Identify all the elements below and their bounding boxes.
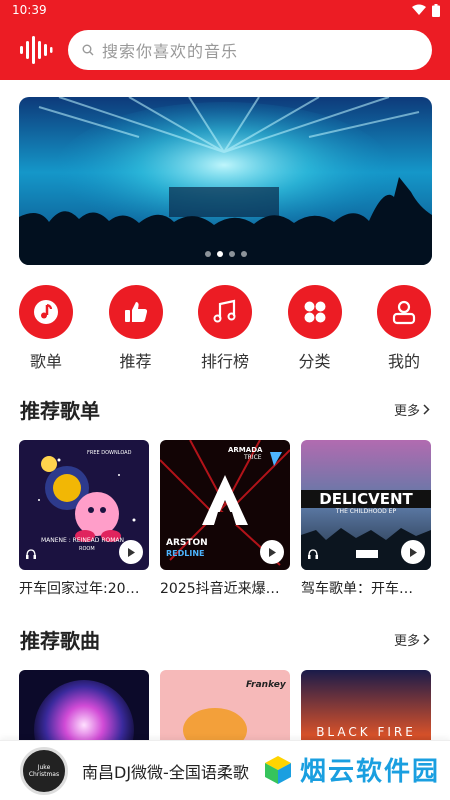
nav-label: 我的 — [387, 352, 420, 371]
songs-section-header: 推荐歌曲 更多 — [20, 625, 430, 654]
status-bar: 10:39 — [0, 0, 450, 20]
playlist-card[interactable]: ARMADA TRICE ARSTON REDLINE 2025抖音近来爆… — [160, 440, 290, 598]
thumbs-up-icon — [124, 302, 147, 322]
play-button[interactable] — [260, 540, 284, 564]
chevron-right-icon — [423, 634, 430, 645]
playlist-cards: FREE DOWNLOAD MANENE : REINEAD ROMAN ROO… — [19, 440, 431, 598]
now-playing-title: 南昌DJ微微-全国语柔歌 — [82, 762, 249, 782]
battery-icon — [432, 3, 440, 17]
wifi-icon — [412, 4, 426, 15]
user-icon — [392, 300, 416, 325]
section-title: 推荐歌单 — [20, 399, 100, 423]
more-playlists-link[interactable]: 更多 — [394, 400, 430, 419]
cover-subtext: THE CHILDHOOD EP — [335, 508, 397, 515]
headphone-icon — [26, 549, 36, 559]
music-notes-icon — [213, 299, 236, 323]
play-button[interactable] — [401, 540, 425, 564]
nav-label: 排行榜 — [200, 352, 249, 371]
nav-charts[interactable]: 排行榜 — [197, 285, 253, 372]
search-icon — [82, 44, 94, 56]
playlist-title: 驾车歌单：开车… — [301, 581, 413, 597]
quick-nav: 歌单 推荐 排行榜 分类 我的 — [0, 285, 450, 372]
carousel-dots — [204, 251, 247, 257]
search-input[interactable]: 搜索你喜欢的音乐 — [68, 30, 432, 70]
more-label: 更多 — [393, 634, 420, 649]
chevron-right-icon — [423, 404, 430, 415]
carousel-dot[interactable] — [240, 251, 247, 257]
play-icon — [410, 547, 417, 557]
carousel-dot[interactable] — [204, 251, 211, 257]
playlist-title: 开车回家过年:20… — [19, 581, 140, 597]
cover-text: Frankey — [246, 680, 286, 690]
carousel-dot-active[interactable] — [216, 251, 223, 257]
status-time: 10:39 — [12, 3, 47, 17]
carousel-dot[interactable] — [228, 251, 235, 257]
nav-label: 歌单 — [29, 352, 62, 371]
nav-categories[interactable]: 分类 — [287, 285, 343, 372]
cover-subtext: REDLINE — [166, 549, 205, 558]
search-placeholder: 搜索你喜欢的音乐 — [102, 42, 239, 61]
more-songs-link[interactable]: 更多 — [394, 630, 430, 649]
cover-subtext: ROOM — [79, 546, 95, 552]
mini-player[interactable]: Juke Christmas 南昌DJ微微-全国语柔歌 烟云软件园 — [0, 740, 450, 800]
watermark: 烟云软件园 — [262, 751, 440, 788]
more-label: 更多 — [393, 404, 420, 419]
cover-brand: ARMADA — [228, 446, 263, 454]
section-title: 推荐歌曲 — [20, 629, 100, 653]
nav-label: 分类 — [298, 352, 331, 371]
app-header: 10:39 搜索你喜欢的音乐 — [0, 0, 450, 80]
play-button[interactable] — [119, 540, 143, 564]
watermark-text: 烟云软件园 — [299, 757, 440, 787]
nav-recommend[interactable]: 推荐 — [108, 285, 164, 372]
play-icon — [269, 547, 276, 557]
playlist-cover: FREE DOWNLOAD MANENE : REINEAD ROMAN ROO… — [19, 440, 149, 570]
cover-text: DELICVENT — [301, 490, 431, 508]
nav-label: 推荐 — [119, 352, 152, 371]
cube-logo-icon — [264, 755, 291, 784]
nav-playlists[interactable]: 歌单 — [18, 285, 74, 372]
concert-banner-image — [19, 97, 432, 265]
svg-text:FREE DOWNLOAD: FREE DOWNLOAD — [87, 450, 132, 456]
cover-text: BLACK FIRE — [316, 725, 416, 739]
nav-mine[interactable]: 我的 — [376, 285, 432, 372]
headphone-icon — [308, 549, 318, 559]
banner-carousel[interactable] — [19, 97, 432, 265]
playlists-section-header: 推荐歌单 更多 — [20, 395, 430, 424]
disc-text: Juke Christmas — [28, 763, 60, 778]
playlist-cover: ARMADA TRICE ARSTON REDLINE — [160, 440, 290, 570]
playlist-cover: DELICVENT THE CHILDHOOD EP — [301, 440, 431, 570]
cover-brand-secondary: TRICE — [244, 454, 262, 461]
music-note-icon — [34, 300, 58, 324]
cover-text: ARSTON — [166, 538, 208, 548]
category-grid-icon — [304, 301, 325, 323]
now-playing-disc[interactable]: Juke Christmas — [20, 746, 68, 795]
sound-wave-logo-icon[interactable] — [18, 32, 54, 68]
play-icon — [128, 547, 135, 557]
playlist-card[interactable]: FREE DOWNLOAD MANENE : REINEAD ROMAN ROO… — [19, 440, 149, 598]
playlist-title: 2025抖音近来爆… — [160, 581, 280, 597]
cover-text: MANENE : REINEAD ROMAN — [41, 537, 124, 544]
status-icons — [412, 3, 440, 17]
playlist-card[interactable]: DELICVENT THE CHILDHOOD EP 驾车歌单：开车… — [301, 440, 431, 598]
